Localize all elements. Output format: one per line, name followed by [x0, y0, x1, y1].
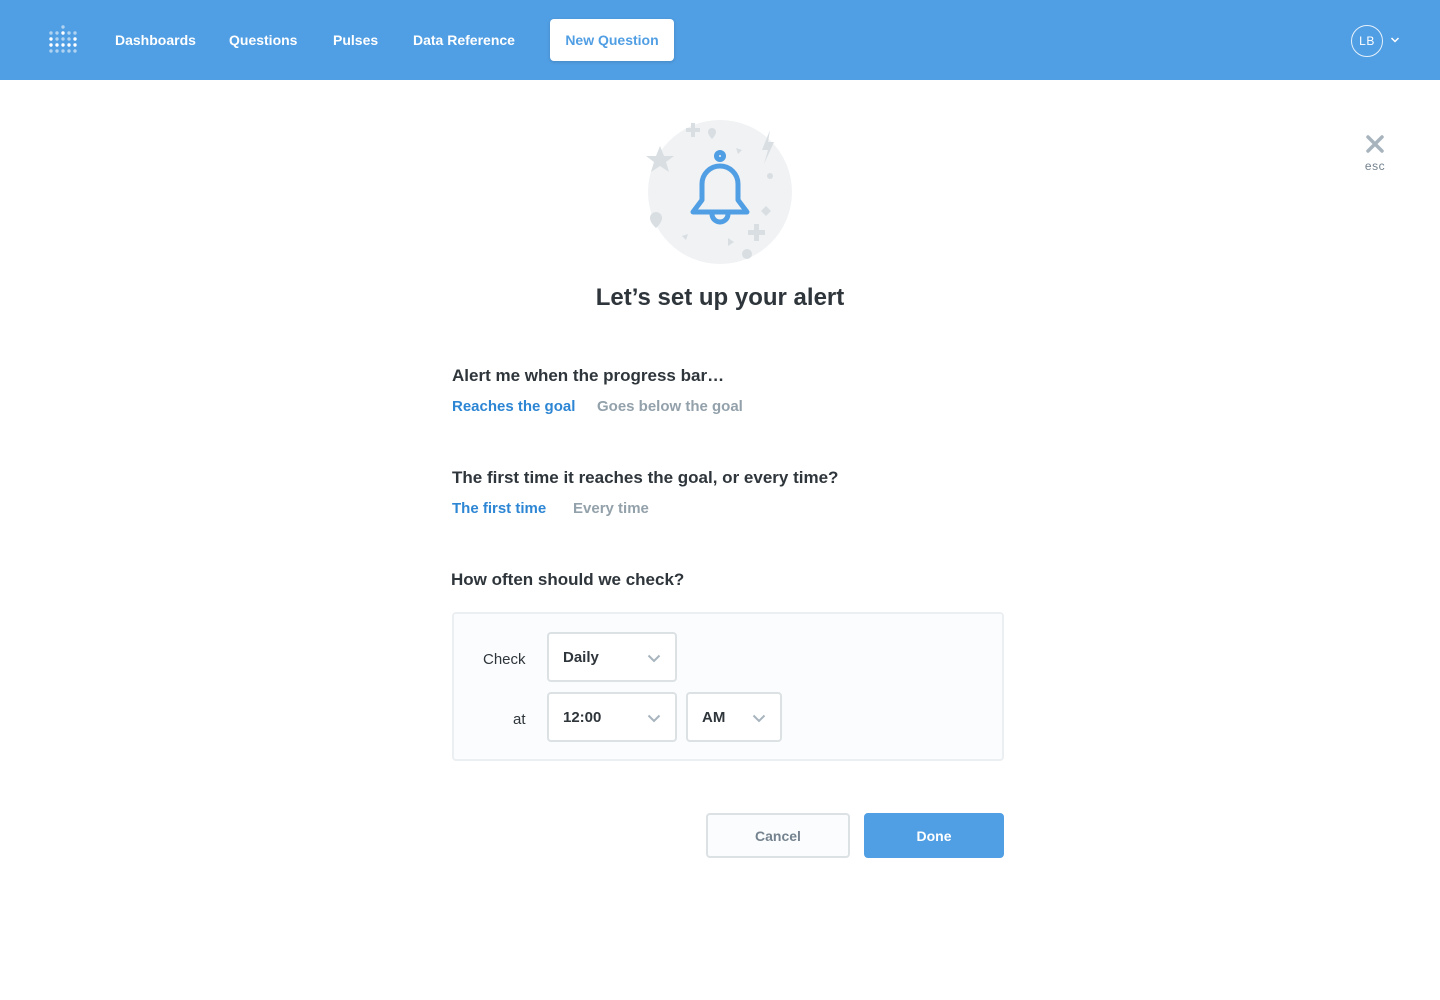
chevron-down-icon	[647, 654, 661, 663]
top-navbar: Dashboards Questions Pulses Data Referen…	[0, 0, 1440, 80]
time-select[interactable]: 12:00	[547, 692, 677, 742]
option-first-time[interactable]: The first time	[452, 500, 546, 517]
nav-dashboards[interactable]: Dashboards	[115, 30, 196, 50]
cancel-button[interactable]: Cancel	[706, 813, 850, 858]
page-title: Let’s set up your alert	[595, 284, 845, 311]
check-frequency-select[interactable]: Daily	[547, 632, 677, 682]
new-question-button[interactable]: New Question	[550, 19, 674, 61]
done-button[interactable]: Done	[864, 813, 1004, 858]
option-reaches-goal[interactable]: Reaches the goal	[452, 398, 575, 415]
time-value: 12:00	[563, 709, 602, 726]
chevron-down-icon[interactable]	[1390, 36, 1400, 44]
schedule-question: How often should we check?	[451, 570, 685, 589]
schedule-picker: Check Daily at 12:00 AM	[452, 612, 1004, 761]
at-label: at	[513, 711, 526, 728]
option-every-time[interactable]: Every time	[573, 500, 649, 517]
bell-illustration	[646, 120, 792, 264]
nav-questions[interactable]: Questions	[229, 30, 297, 50]
frequency-condition-question: The first time it reaches the goal, or e…	[452, 468, 839, 487]
chevron-down-icon	[647, 714, 661, 723]
avatar[interactable]: LB	[1351, 25, 1383, 57]
close-icon	[1366, 135, 1384, 153]
nav-data-reference[interactable]: Data Reference	[413, 30, 515, 50]
goal-condition-question: Alert me when the progress bar…	[452, 366, 725, 385]
am-pm-select[interactable]: AM	[686, 692, 782, 742]
esc-label: esc	[1364, 159, 1386, 173]
chevron-down-icon	[752, 714, 766, 723]
check-label: Check	[483, 651, 526, 668]
nav-pulses[interactable]: Pulses	[333, 30, 378, 50]
option-goes-below-goal[interactable]: Goes below the goal	[597, 398, 743, 415]
check-frequency-value: Daily	[563, 649, 599, 666]
am-pm-value: AM	[702, 709, 726, 726]
metabase-logo-icon[interactable]	[48, 24, 78, 56]
close-button[interactable]: esc	[1360, 134, 1390, 176]
